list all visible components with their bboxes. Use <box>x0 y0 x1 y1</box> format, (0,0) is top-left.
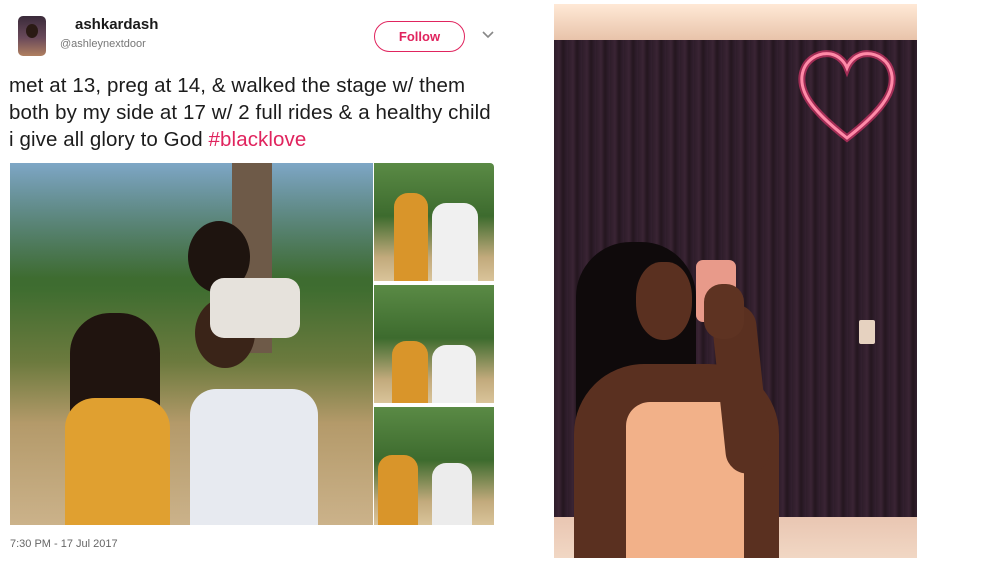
chevron-down-icon[interactable] <box>481 28 495 42</box>
tweet-photo-3[interactable] <box>374 285 494 403</box>
photo-grid <box>10 163 494 525</box>
tweet-photo-4[interactable] <box>374 407 494 525</box>
face <box>636 262 692 340</box>
light-switch <box>859 320 875 344</box>
display-name[interactable]: ashkardash <box>75 16 158 33</box>
avatar[interactable] <box>18 16 46 56</box>
tweet-photo-main[interactable] <box>10 163 373 525</box>
follow-button[interactable]: Follow <box>374 21 465 52</box>
hashtag-link[interactable]: #blacklove <box>209 128 307 151</box>
tweet-timestamp[interactable]: 7:30 PM - 17 Jul 2017 <box>10 538 118 550</box>
mirror-selfie-photo[interactable] <box>554 4 917 558</box>
tweet-card: ashkardash @ashleynextdoor Follow met at… <box>0 0 505 562</box>
hand <box>704 284 744 339</box>
ceiling <box>554 4 917 40</box>
neon-heart-icon <box>798 50 896 143</box>
tweet-photo-2[interactable] <box>374 163 494 281</box>
user-handle[interactable]: @ashleynextdoor <box>60 38 146 50</box>
tweet-text: met at 13, preg at 14, & walked the stag… <box>9 72 501 153</box>
